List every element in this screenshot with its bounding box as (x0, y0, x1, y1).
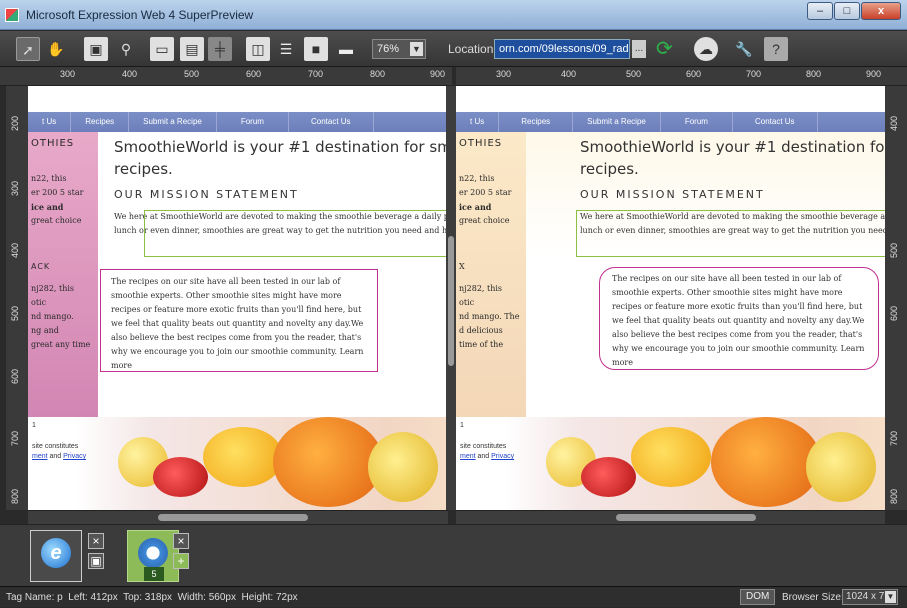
minimize-button[interactable]: – (807, 2, 833, 20)
left-vertical-ruler: 200 300 400 500 600 700 800 (6, 86, 28, 510)
remote-browser-icon[interactable]: ☁ (694, 37, 718, 61)
nav-item[interactable]: Contact Us (289, 112, 374, 132)
privacy-link[interactable]: Privacy (491, 453, 514, 460)
nav-item[interactable]: Recipes (71, 112, 130, 132)
selection-highlight (576, 210, 885, 257)
left-horizontal-scrollbar[interactable] (28, 510, 448, 524)
mission-heading: OUR MISSION STATEMENT (114, 188, 299, 201)
footer-text: 1 (32, 422, 36, 429)
chevron-down-icon: ▼ (410, 42, 423, 56)
pan-hand-icon[interactable]: ✋ (44, 37, 68, 61)
nav-item[interactable]: t Us (28, 112, 72, 132)
side-by-side-icon[interactable]: ◫ (246, 37, 270, 61)
title-bar: Microsoft Expression Web 4 SuperPreview … (0, 0, 907, 30)
page-headline: SmoothieWorld is your #1 destination for… (580, 138, 885, 178)
safari-browser-card[interactable]: 5 (127, 530, 179, 582)
location-input[interactable]: orn.com/09lessons/09_radius.html (494, 39, 630, 59)
left-horizontal-ruler: 300 400 500 600 700 800 900 (0, 67, 452, 86)
snapshot-icon[interactable]: ⚲ (114, 37, 138, 61)
sidebar: OTHIES n22, this er 200 5 star ice and g… (28, 132, 98, 417)
zoom-select[interactable]: 76% ▼ (372, 39, 426, 59)
location-browse-button[interactable]: ... (632, 40, 646, 58)
baseline-browser-pane[interactable]: t Us Recipes Submit a Recipe Forum Conta… (28, 86, 446, 510)
footer-link[interactable]: ment (460, 453, 476, 460)
comparison-browser-pane[interactable]: t Us Recipes Submit a Recipe Forum Conta… (456, 86, 885, 510)
footer-links: ment and Privacy (460, 453, 515, 460)
layout-icon[interactable]: ▣ (84, 37, 108, 61)
main-toolbar: ➚ ✋ ▣ ⚲ ▭ ▤ ╪ ◫ ☰ ■ ▬ 76% ▼ Location: orn… (0, 31, 907, 67)
options-wrench-icon[interactable]: 🔧 (732, 37, 756, 61)
safari-icon (138, 538, 168, 568)
dom-button[interactable]: DOM (740, 589, 776, 605)
refresh-icon[interactable]: ⟳ (656, 37, 673, 61)
nav-item[interactable]: Submit a Recipe (573, 112, 661, 132)
page-headline: SmoothieWorld is your #1 destination for… (114, 138, 446, 178)
dom-panel-icon[interactable]: ▤ (180, 37, 204, 61)
maximize-button[interactable]: □ (834, 2, 860, 20)
single-view-icon[interactable]: ▬ (334, 37, 358, 61)
window-title: Microsoft Expression Web 4 SuperPreview (26, 8, 254, 22)
status-bar: Tag Name: p Left: 412px Top: 318px Width… (0, 586, 907, 607)
nav-item[interactable]: Contact Us (733, 112, 818, 132)
help-icon[interactable]: ? (764, 37, 788, 61)
footer-fruit-banner: 1 site constitutes ment and Privacy (456, 417, 885, 510)
ruler-icon[interactable]: ▭ (150, 37, 174, 61)
nav-item[interactable]: Recipes (499, 112, 574, 132)
overlay-icon[interactable]: ■ (304, 37, 328, 61)
mission-heading: OUR MISSION STATEMENT (580, 188, 765, 201)
site-nav: t Us Recipes Submit a Recipe Forum Conta… (456, 112, 885, 132)
footer-text: site constitutes (460, 443, 507, 450)
window-controls: – □ x (806, 2, 901, 20)
selected-paragraph-box[interactable]: The recipes on our site have all been te… (100, 269, 378, 372)
close-icon[interactable]: × (173, 533, 189, 549)
right-vertical-ruler: 400 500 600 700 800 (885, 86, 907, 510)
nav-item[interactable]: t Us (456, 112, 500, 132)
browser-size-select[interactable]: 1024 x 768 ▼ (842, 589, 898, 605)
split-horizontal-icon[interactable]: ☰ (274, 37, 298, 61)
right-horizontal-scrollbar[interactable] (456, 510, 885, 524)
browser-size-label: Browser Size: (782, 592, 844, 603)
rounded-paragraph-box[interactable]: The recipes on our site have all been te… (599, 267, 879, 370)
left-vertical-scrollbar[interactable] (446, 86, 456, 510)
close-button[interactable]: x (861, 2, 901, 20)
footer-links: ment and Privacy (32, 453, 87, 460)
location-label: Location: (448, 42, 497, 56)
footer-fruit-banner: 1 site constitutes ment and Privacy (28, 417, 446, 510)
grid-icon[interactable]: ╪ (208, 37, 232, 61)
add-browser-button[interactable]: + (173, 553, 189, 569)
right-horizontal-ruler: 300 400 500 600 700 800 900 (456, 67, 907, 86)
selection-highlight (144, 210, 446, 257)
tag-info: Tag Name: p Left: 412px Top: 318px Width… (6, 592, 298, 603)
ie-browser-card[interactable]: e (30, 530, 82, 582)
sidebar: OTHIES n22, this er 200 5 star ice and g… (456, 132, 526, 417)
app-icon (5, 8, 19, 22)
browser-settings-icon[interactable]: ▣ (88, 553, 104, 569)
site-nav: t Us Recipes Submit a Recipe Forum Conta… (28, 112, 446, 132)
privacy-link[interactable]: Privacy (63, 453, 86, 460)
footer-text: 1 (460, 422, 464, 429)
footer-text: site constitutes (32, 443, 79, 450)
nav-item[interactable]: Forum (661, 112, 733, 132)
pointer-icon[interactable]: ➚ (16, 37, 40, 61)
nav-item[interactable]: Submit a Recipe (129, 112, 217, 132)
nav-item[interactable]: Forum (217, 112, 289, 132)
internet-explorer-icon: e (41, 538, 71, 568)
footer-link[interactable]: ment (32, 453, 48, 460)
close-icon[interactable]: × (88, 533, 104, 549)
browser-version-label: 5 (144, 567, 164, 581)
browser-selector: e × ▣ 5 × + (0, 524, 907, 586)
chevron-down-icon: ▼ (885, 591, 896, 603)
